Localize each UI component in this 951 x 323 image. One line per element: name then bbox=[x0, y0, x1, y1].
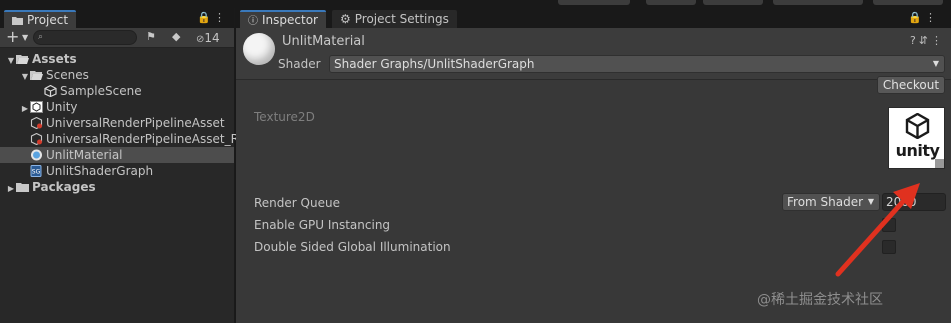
annotation-arrow bbox=[835, 183, 920, 277]
watermark-text: @稀土掘金技术社区 bbox=[757, 292, 883, 308]
